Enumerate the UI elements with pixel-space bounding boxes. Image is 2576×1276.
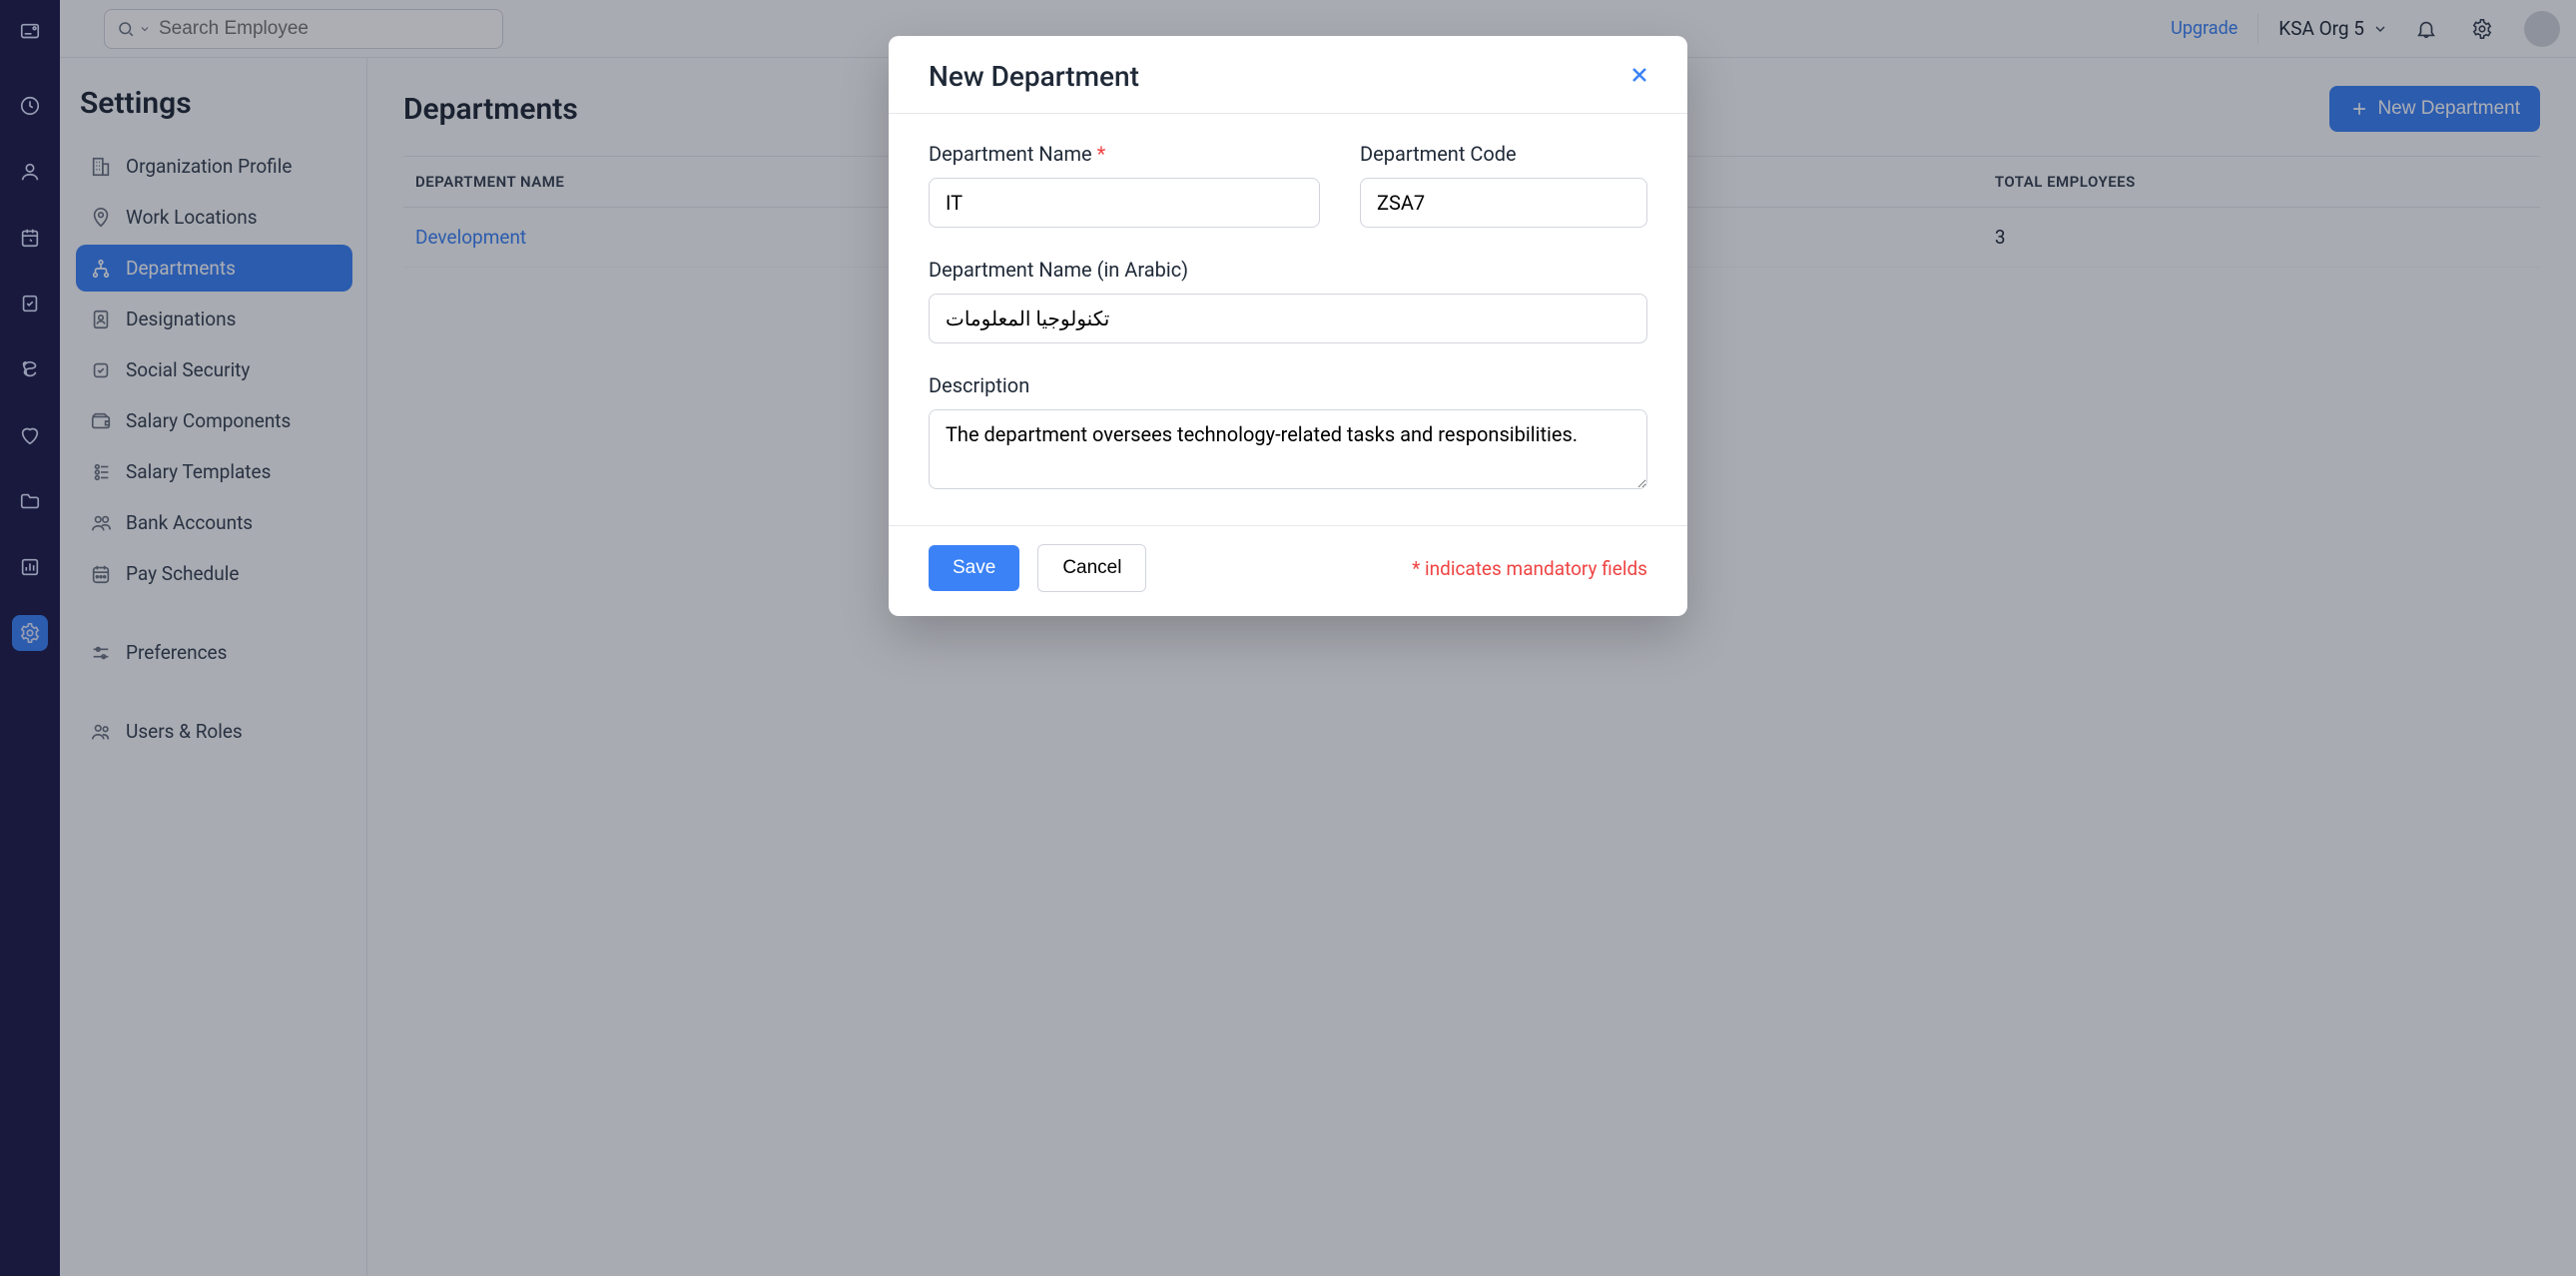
mandatory-note: * indicates mandatory fields: [1412, 557, 1647, 580]
input-department-name[interactable]: [929, 178, 1320, 228]
save-button[interactable]: Save: [929, 545, 1019, 591]
close-icon: [1627, 63, 1651, 87]
modal-header: New Department: [889, 36, 1687, 114]
modal-overlay[interactable]: New Department Department Name * Departm…: [0, 0, 2576, 1276]
input-description[interactable]: [929, 409, 1647, 489]
label-department-code: Department Code: [1360, 142, 1647, 166]
label-department-name-arabic: Department Name (in Arabic): [929, 258, 1647, 282]
cancel-button[interactable]: Cancel: [1037, 544, 1146, 592]
field-department-code: Department Code: [1360, 142, 1647, 228]
input-department-code[interactable]: [1360, 178, 1647, 228]
label-description: Description: [929, 373, 1647, 397]
input-department-name-arabic[interactable]: [929, 294, 1647, 343]
modal-footer: Save Cancel * indicates mandatory fields: [889, 525, 1687, 616]
modal-body: Department Name * Department Code Depart…: [889, 114, 1687, 525]
modal-close-button[interactable]: [1627, 63, 1651, 91]
field-description: Description: [929, 373, 1647, 489]
field-department-name-arabic: Department Name (in Arabic): [929, 258, 1647, 343]
field-department-name: Department Name *: [929, 142, 1320, 228]
modal-title: New Department: [929, 60, 1139, 93]
label-department-name: Department Name *: [929, 142, 1320, 166]
new-department-modal: New Department Department Name * Departm…: [889, 36, 1687, 616]
